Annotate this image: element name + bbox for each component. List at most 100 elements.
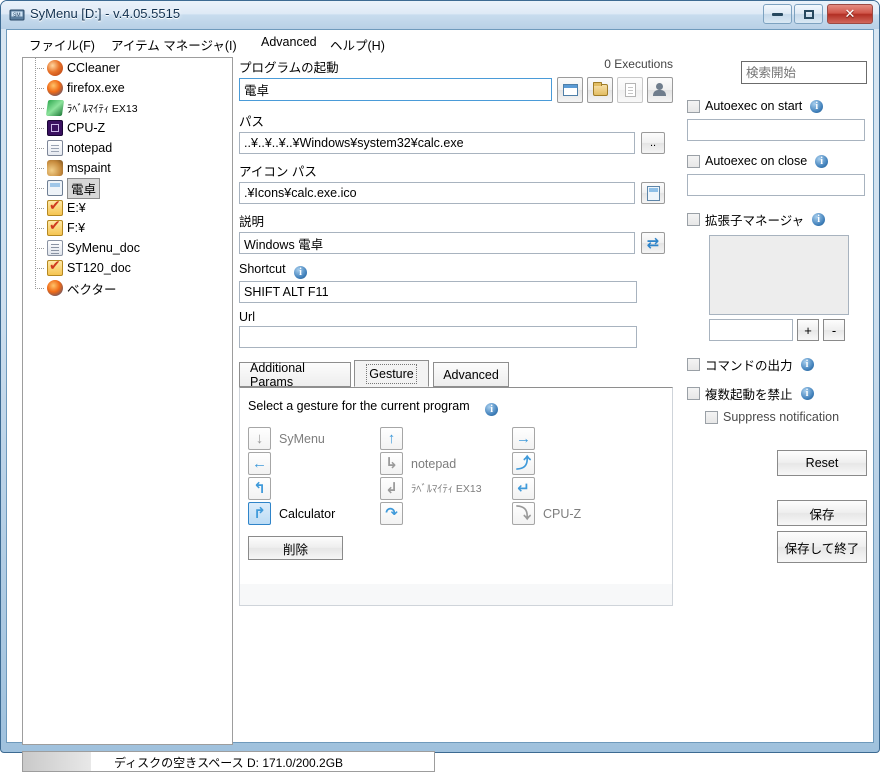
- tree-item[interactable]: notepad: [23, 138, 232, 158]
- arrow-left-button[interactable]: ←: [248, 452, 271, 475]
- icon-picker-button[interactable]: [641, 182, 665, 204]
- tree-item[interactable]: E:¥: [23, 197, 232, 218]
- cmd-output-checkbox[interactable]: [687, 358, 700, 371]
- close-button[interactable]: ✕: [827, 4, 873, 24]
- cmd-output-info-icon[interactable]: i: [800, 358, 814, 371]
- tree-connector: [33, 118, 47, 138]
- tree-connector: [33, 58, 47, 78]
- tree-item[interactable]: mspaint: [23, 158, 232, 178]
- search-input[interactable]: [741, 61, 867, 84]
- arrow-right-button[interactable]: →: [512, 427, 535, 450]
- arrow-down-button[interactable]: ↓: [248, 427, 271, 450]
- save-label: 保存: [809, 507, 835, 522]
- label-icon: [45, 100, 65, 116]
- tree-item-label: firefox.exe: [67, 81, 125, 95]
- cmd-output-row[interactable]: コマンドの出力 i: [687, 355, 869, 374]
- description-label: 説明: [239, 215, 265, 229]
- ext-manager-checkbox[interactable]: [687, 213, 700, 226]
- delete-label: 削除: [282, 542, 308, 557]
- icon-path-input[interactable]: [239, 182, 635, 204]
- gesture-row: ←: [248, 451, 335, 476]
- symenu-app-icon: SM: [9, 7, 25, 23]
- reset-button[interactable]: Reset: [777, 450, 867, 476]
- tree-item-label: E:¥: [67, 201, 86, 215]
- arrow-down-curve-icon: ⤵: [515, 505, 531, 522]
- tree-item-label: notepad: [67, 141, 113, 155]
- minimize-button[interactable]: [763, 4, 792, 24]
- arrow-up-right-button[interactable]: ↱: [248, 502, 271, 525]
- menu-help[interactable]: ヘルプ(H): [326, 34, 389, 55]
- extension-remove-button[interactable]: -: [823, 319, 845, 341]
- arrow-up-left-button[interactable]: ↰: [248, 477, 271, 500]
- extension-input[interactable]: [709, 319, 793, 341]
- tree-item[interactable]: F:¥: [23, 217, 232, 238]
- url-input[interactable]: [239, 326, 637, 348]
- ext-manager-row[interactable]: 拡張子マネージャ i: [687, 210, 869, 229]
- arrow-down-right-button[interactable]: ↳: [380, 452, 403, 475]
- tree-connector: [33, 98, 47, 118]
- arrow-up-curve-button[interactable]: ⤴: [512, 452, 535, 475]
- suppress-notification-checkbox[interactable]: [705, 410, 718, 424]
- maximize-button[interactable]: [794, 4, 823, 24]
- autoexec-close-checkbox[interactable]: [687, 154, 700, 168]
- path-input[interactable]: [239, 132, 635, 154]
- arrow-down-left-button[interactable]: ↲: [380, 477, 403, 500]
- ext-manager-info-icon[interactable]: i: [812, 213, 826, 226]
- tree-item[interactable]: SyMenu_doc: [23, 238, 232, 258]
- tree-item[interactable]: CPU-Z: [23, 118, 232, 138]
- save-button[interactable]: 保存: [777, 500, 867, 526]
- path-browse-button[interactable]: ..: [641, 132, 665, 154]
- document-button[interactable]: [617, 77, 643, 103]
- description-swap-button[interactable]: ⇄: [641, 232, 665, 254]
- tab-label: Advanced: [443, 367, 499, 382]
- item-tree[interactable]: CCleaner firefox.exe ﾗﾍﾞﾙﾏｲﾃｨ EX13 CPU-Z not…: [22, 57, 233, 745]
- autoexec-close-info-icon[interactable]: i: [815, 154, 829, 168]
- tree-item[interactable]: ST120_doc: [23, 257, 232, 278]
- menu-file[interactable]: ファイル(F): [25, 34, 99, 55]
- single-instance-checkbox[interactable]: [687, 387, 700, 400]
- autoexec-start-info-icon[interactable]: i: [810, 99, 824, 113]
- tree-item[interactable]: ベクター: [23, 278, 232, 298]
- tree-item[interactable]: ﾗﾍﾞﾙﾏｲﾃｨ EX13: [23, 98, 232, 118]
- menu-advanced[interactable]: Advanced: [257, 34, 321, 50]
- arrow-enter-button[interactable]: ↵: [512, 477, 535, 500]
- autoexec-start-checkbox[interactable]: [687, 99, 700, 113]
- description-input[interactable]: [239, 232, 635, 254]
- delete-gesture-button[interactable]: 削除: [248, 536, 343, 560]
- arrow-up-left-icon: ↰: [253, 480, 266, 497]
- checked-folder-icon: [47, 197, 63, 216]
- shortcut-info-icon[interactable]: i: [294, 266, 308, 279]
- single-instance-info-icon[interactable]: i: [800, 387, 814, 400]
- tree-item[interactable]: CCleaner: [23, 58, 232, 78]
- program-name-input[interactable]: [239, 78, 552, 101]
- execution-count: 0 Executions: [604, 57, 673, 71]
- single-instance-row[interactable]: 複数起動を禁止 i: [687, 384, 869, 403]
- autoexec-close-row[interactable]: Autoexec on close i: [687, 154, 869, 168]
- window-title: SyMenu [D:] - v.4.05.5515: [30, 6, 181, 21]
- save-and-close-button[interactable]: 保存して終了: [777, 531, 867, 563]
- autoexec-start-input[interactable]: [687, 119, 865, 141]
- svg-text:SM: SM: [13, 13, 21, 19]
- gesture-assigned-program: ﾗﾍﾞﾙﾏｲﾃｨ EX13: [411, 483, 482, 495]
- autoexec-start-row[interactable]: Autoexec on start i: [687, 99, 869, 113]
- suppress-notification-row[interactable]: Suppress notification: [705, 410, 869, 424]
- autoexec-close-input[interactable]: [687, 174, 865, 196]
- tab-additional-params[interactable]: Additional Params: [239, 361, 351, 389]
- tree-item[interactable]: 電卓: [23, 177, 232, 199]
- menu-item-manager[interactable]: アイテム マネージャ(I): [107, 34, 241, 55]
- tree-item[interactable]: firefox.exe: [23, 78, 232, 98]
- tab-gesture[interactable]: Gesture: [354, 360, 429, 387]
- extension-list[interactable]: [709, 235, 849, 315]
- arrow-down-curve-button[interactable]: ⤵: [512, 502, 535, 525]
- gesture-info-icon[interactable]: i: [485, 403, 499, 416]
- shortcut-input[interactable]: [239, 281, 637, 303]
- tab-advanced[interactable]: Advanced: [433, 362, 509, 387]
- run-as-user-button[interactable]: [647, 77, 673, 103]
- arrow-up-button[interactable]: ↑: [380, 427, 403, 450]
- gesture-row: ↳ notepad: [380, 451, 482, 476]
- tree-item-label: mspaint: [67, 161, 111, 175]
- window-mode-button[interactable]: [557, 77, 583, 103]
- arrow-curve-right-button[interactable]: ↷: [380, 502, 403, 525]
- extension-add-button[interactable]: +: [797, 319, 819, 341]
- browse-folder-button[interactable]: [587, 77, 613, 103]
